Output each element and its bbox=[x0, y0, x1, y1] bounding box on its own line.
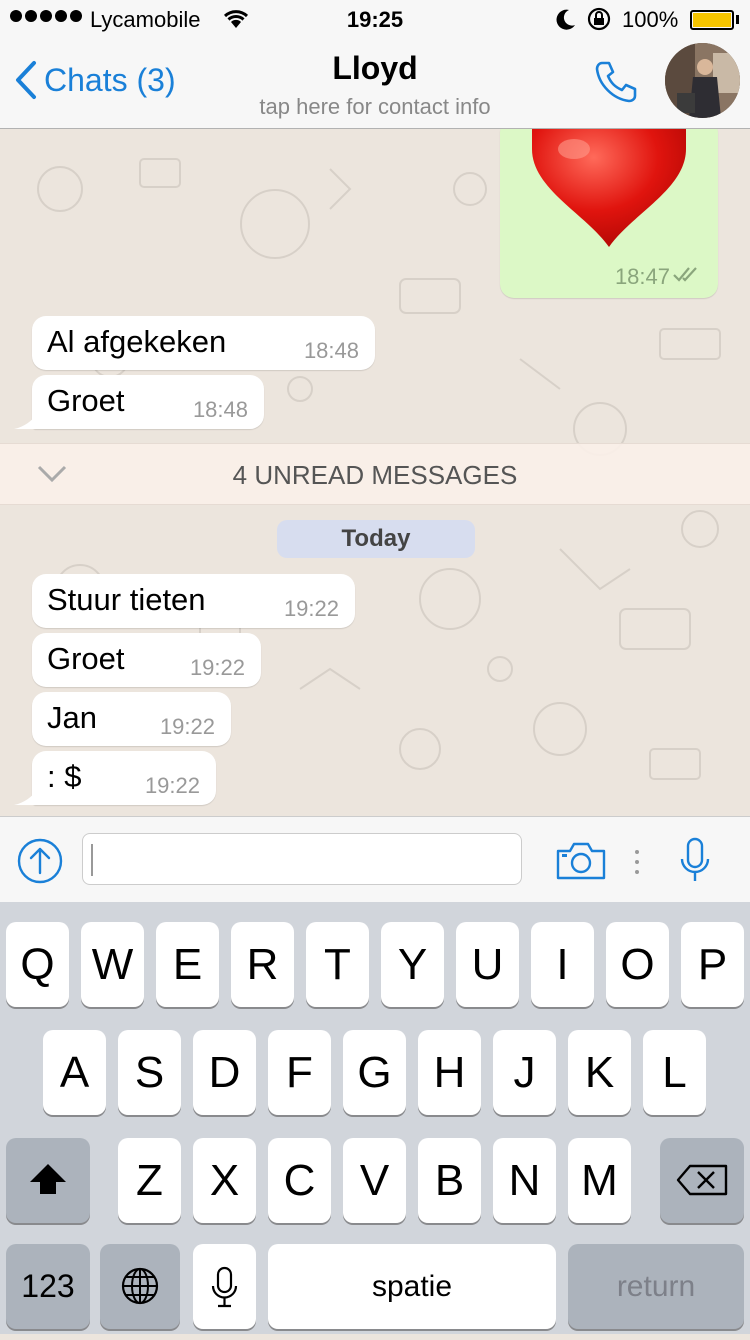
message-time: 18:47 bbox=[614, 264, 670, 289]
read-receipt-icon bbox=[672, 265, 702, 288]
key-s[interactable]: S bbox=[118, 1030, 181, 1115]
conversation-header: Chats (3) Lloyd tap here for contact inf… bbox=[0, 40, 750, 129]
date-divider: Today bbox=[277, 520, 475, 558]
key-p[interactable]: P bbox=[681, 922, 744, 1007]
more-icon[interactable] bbox=[633, 849, 641, 880]
backspace-key[interactable] bbox=[660, 1138, 744, 1223]
message-time: 19:22 bbox=[283, 596, 339, 621]
key-x[interactable]: X bbox=[193, 1138, 256, 1223]
key-f[interactable]: F bbox=[268, 1030, 331, 1115]
keyboard: Q W E R T Y U I O P A S D F G H J K L Z … bbox=[0, 902, 750, 1334]
shift-arrow-icon bbox=[30, 1164, 66, 1194]
key-v[interactable]: V bbox=[343, 1138, 406, 1223]
message-time: 19:22 bbox=[159, 714, 215, 739]
incoming-message[interactable]: Al afgekeken 18:48 bbox=[32, 316, 375, 370]
globe-icon bbox=[121, 1267, 159, 1305]
key-g[interactable]: G bbox=[343, 1030, 406, 1115]
key-e[interactable]: E bbox=[156, 922, 219, 1007]
message-input[interactable] bbox=[82, 833, 522, 885]
bubble-tail bbox=[14, 413, 38, 429]
camera-icon[interactable] bbox=[555, 841, 607, 886]
message-text: : $ bbox=[47, 759, 82, 794]
incoming-message[interactable]: Jan 19:22 bbox=[32, 692, 231, 746]
space-key[interactable]: spatie bbox=[268, 1244, 556, 1329]
bubble-tail bbox=[14, 789, 38, 805]
phone-icon[interactable] bbox=[592, 58, 640, 111]
key-k[interactable]: K bbox=[568, 1030, 631, 1115]
key-m[interactable]: M bbox=[568, 1138, 631, 1223]
battery-percent: 100% bbox=[622, 7, 679, 32]
message-time: 18:48 bbox=[303, 338, 359, 363]
shift-key[interactable] bbox=[6, 1138, 90, 1223]
outgoing-message[interactable]: 18:47 bbox=[500, 129, 718, 298]
message-time: 19:22 bbox=[189, 655, 245, 680]
message-text: Al afgekeken bbox=[47, 324, 227, 359]
message-text: Jan bbox=[47, 700, 97, 735]
key-b[interactable]: B bbox=[418, 1138, 481, 1223]
incoming-message[interactable]: Groet 19:22 bbox=[32, 633, 261, 687]
message-time: 18:48 bbox=[192, 397, 248, 422]
upload-icon[interactable] bbox=[16, 837, 64, 890]
key-o[interactable]: O bbox=[606, 922, 669, 1007]
key-z[interactable]: Z bbox=[118, 1138, 181, 1223]
heart-emoji bbox=[532, 129, 686, 254]
key-w[interactable]: W bbox=[81, 922, 144, 1007]
battery-icon bbox=[690, 10, 734, 30]
microphone-icon[interactable] bbox=[680, 837, 710, 890]
key-i[interactable]: I bbox=[531, 922, 594, 1007]
message-time: 19:22 bbox=[144, 773, 200, 798]
key-d[interactable]: D bbox=[193, 1030, 256, 1115]
message-text: Stuur tieten bbox=[47, 582, 206, 617]
return-key[interactable]: return bbox=[568, 1244, 744, 1329]
key-r[interactable]: R bbox=[231, 922, 294, 1007]
globe-key[interactable] bbox=[100, 1244, 180, 1329]
incoming-message[interactable]: Groet 18:48 bbox=[32, 375, 264, 429]
key-q[interactable]: Q bbox=[6, 922, 69, 1007]
message-text: Groet bbox=[47, 383, 125, 418]
key-j[interactable]: J bbox=[493, 1030, 556, 1115]
message-list[interactable]: 18:47 Al afgekeken 18:48 Groet 18:48 4 U… bbox=[0, 129, 750, 816]
key-c[interactable]: C bbox=[268, 1138, 331, 1223]
key-a[interactable]: A bbox=[43, 1030, 106, 1115]
message-composer bbox=[0, 816, 750, 903]
unread-count-label: 4 UNREAD MESSAGES bbox=[232, 460, 518, 490]
dictation-key[interactable] bbox=[193, 1244, 256, 1329]
orientation-lock-icon bbox=[585, 7, 613, 37]
unread-messages-banner: 4 UNREAD MESSAGES bbox=[0, 443, 750, 505]
numbers-key[interactable]: 123 bbox=[6, 1244, 90, 1329]
microphone-icon bbox=[211, 1266, 238, 1308]
avatar[interactable] bbox=[665, 43, 740, 118]
key-h[interactable]: H bbox=[418, 1030, 481, 1115]
key-n[interactable]: N bbox=[493, 1138, 556, 1223]
status-bar: Lycamobile 19:25 100% bbox=[0, 0, 750, 40]
key-y[interactable]: Y bbox=[381, 922, 444, 1007]
key-l[interactable]: L bbox=[643, 1030, 706, 1115]
key-t[interactable]: T bbox=[306, 922, 369, 1007]
key-u[interactable]: U bbox=[456, 922, 519, 1007]
do-not-disturb-icon bbox=[555, 7, 577, 37]
message-text: Groet bbox=[47, 641, 125, 676]
incoming-message[interactable]: Stuur tieten 19:22 bbox=[32, 574, 355, 628]
text-cursor bbox=[91, 844, 93, 876]
incoming-message[interactable]: : $ 19:22 bbox=[32, 751, 216, 805]
backspace-icon bbox=[676, 1164, 728, 1196]
